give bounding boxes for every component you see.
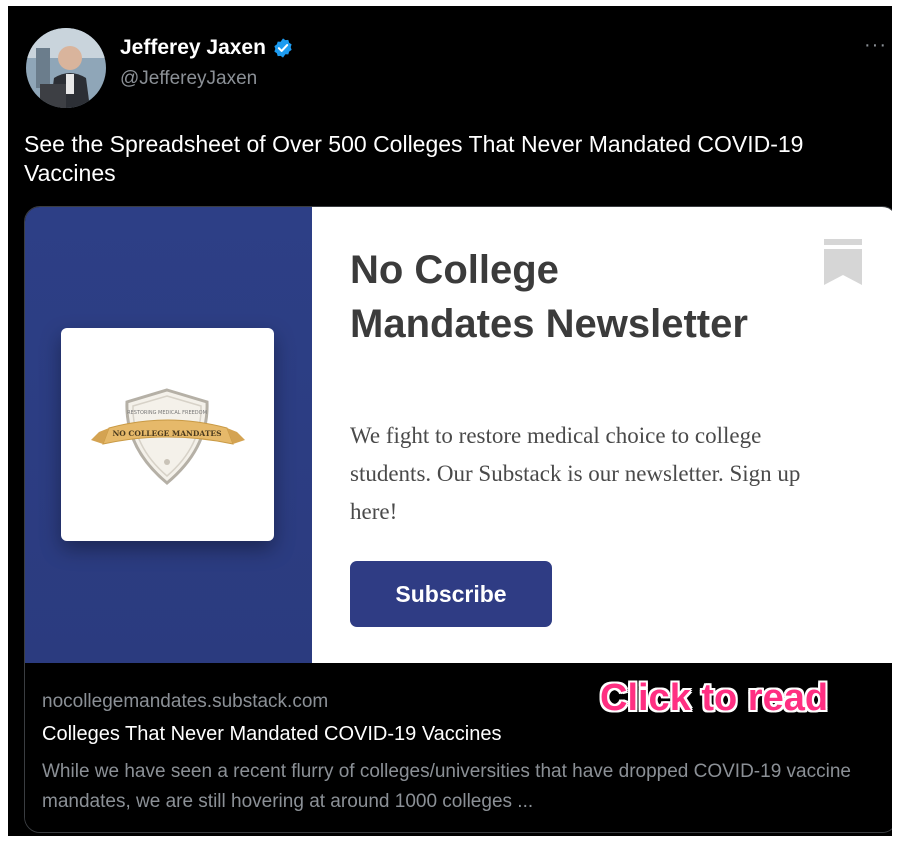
author-name-row: Jefferey Jaxen xyxy=(120,36,294,60)
logo-box: RESTORING MEDICAL FREEDOM NO COLLEGE MAN… xyxy=(61,328,274,541)
more-options-icon[interactable]: ··· xyxy=(864,35,887,55)
newsletter-description: We fight to restore medical choice to co… xyxy=(350,423,801,524)
link-preview-card[interactable]: RESTORING MEDICAL FREEDOM NO COLLEGE MAN… xyxy=(24,206,892,833)
author-handle[interactable]: @JeffereyJaxen xyxy=(120,68,257,90)
card-image-left-panel: RESTORING MEDICAL FREEDOM NO COLLEGE MAN… xyxy=(25,207,312,663)
card-footer[interactable]: nocollegemandates.substack.com Click to … xyxy=(25,663,892,832)
no-college-mandates-logo: RESTORING MEDICAL FREEDOM NO COLLEGE MAN… xyxy=(91,388,245,485)
subscribe-button[interactable]: Subscribe xyxy=(350,561,552,627)
avatar-image xyxy=(26,28,106,108)
click-to-read-overlay: Click to read xyxy=(600,677,829,719)
card-description: While we have seen a recent flurry of co… xyxy=(42,761,851,812)
bookmark-icon xyxy=(824,239,862,285)
card-domain: nocollegemandates.substack.com xyxy=(42,691,329,712)
card-title[interactable]: Colleges That Never Mandated COVID-19 Va… xyxy=(42,723,501,746)
avatar[interactable] xyxy=(26,28,106,108)
display-name[interactable]: Jefferey Jaxen xyxy=(120,36,266,60)
tweet-text: See the Spreadsheet of Over 500 Colleges… xyxy=(24,131,804,186)
logo-banner-text: NO COLLEGE MANDATES xyxy=(112,429,221,438)
tweet: Jefferey Jaxen @JeffereyJaxen ··· See th… xyxy=(8,6,892,836)
verified-badge-icon xyxy=(274,38,292,58)
newsletter-title: No College Mandates Newsletter xyxy=(350,248,748,346)
card-image-right-panel: No College Mandates Newsletter We fight … xyxy=(312,207,892,663)
card-image[interactable]: RESTORING MEDICAL FREEDOM NO COLLEGE MAN… xyxy=(25,207,892,663)
logo-top-text: RESTORING MEDICAL FREEDOM xyxy=(127,410,207,416)
